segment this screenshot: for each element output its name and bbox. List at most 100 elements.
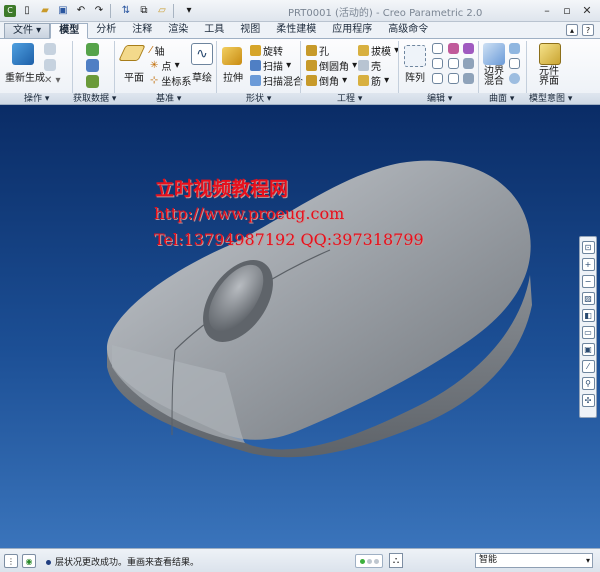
shell-button[interactable]: 壳: [358, 58, 381, 73]
mirror-icon[interactable]: [432, 43, 443, 54]
group-surfaces[interactable]: 曲面 ▾: [489, 93, 514, 105]
help-icon[interactable]: ?: [582, 24, 594, 36]
tab-render[interactable]: 渲染: [160, 23, 196, 38]
group-datum[interactable]: 基准 ▾: [156, 93, 181, 105]
paste-icon[interactable]: [44, 59, 56, 71]
style-icon[interactable]: [509, 58, 520, 69]
point-button[interactable]: ✳ 点 ▾: [150, 58, 180, 73]
undo-icon[interactable]: ↶: [74, 4, 88, 18]
chamfer-label: 倒角: [319, 77, 339, 88]
axis-button[interactable]: ⁄ 轴: [150, 43, 165, 58]
datum-display-icon[interactable]: ⁄: [581, 360, 595, 373]
sketch-icon[interactable]: ∿: [191, 43, 213, 65]
close-icon[interactable]: ✕: [578, 2, 596, 18]
tab-file[interactable]: 文件 ▾: [4, 23, 51, 38]
tab-view[interactable]: 视图: [232, 23, 268, 38]
pattern-button[interactable]: 阵列: [405, 69, 425, 84]
rib-label: 筋: [371, 77, 381, 88]
tab-tools[interactable]: 工具: [196, 23, 232, 38]
tab-annotate[interactable]: 注释: [124, 23, 160, 38]
refit-icon[interactable]: ⊡: [581, 241, 595, 254]
sketch-button[interactable]: 草绘: [192, 69, 212, 84]
plane-button[interactable]: 平面: [124, 69, 144, 84]
regenerate-button[interactable]: 重新生成: [5, 69, 45, 84]
shrinkwrap-icon[interactable]: [86, 75, 99, 88]
copy-icon[interactable]: [44, 43, 56, 55]
pattern-icon[interactable]: [404, 45, 426, 67]
tab-advanced-commands[interactable]: 高级命令: [380, 23, 436, 38]
boundary-blend-button[interactable]: 边界 混合: [484, 67, 504, 87]
window-title: PRT0001 (活动的) - Creo Parametric 2.0: [288, 8, 483, 19]
component-interface-button[interactable]: 元件 界面: [539, 67, 559, 87]
open-folder-icon[interactable]: ▰: [38, 4, 52, 18]
delete-icon[interactable]: ✕ ▾: [44, 75, 61, 86]
freestyle-icon[interactable]: [509, 73, 520, 84]
project-icon[interactable]: [463, 43, 474, 54]
fill-icon[interactable]: [509, 43, 520, 54]
chamfer-button[interactable]: 倒角 ▾: [306, 73, 347, 88]
zoom-out-icon[interactable]: −: [581, 275, 595, 288]
collapse-ribbon-icon[interactable]: ▴: [566, 24, 578, 36]
tab-analysis[interactable]: 分析: [88, 23, 124, 38]
trim-icon[interactable]: [432, 73, 443, 84]
mouse-model[interactable]: [0, 105, 600, 548]
toolbar-separator: [110, 3, 111, 18]
swept-blend-button[interactable]: 扫描混合: [250, 73, 303, 88]
customize-dropdown-icon[interactable]: ▾: [182, 4, 196, 18]
group-engineering[interactable]: 工程 ▾: [337, 93, 362, 105]
new-file-icon[interactable]: ▯: [20, 4, 34, 18]
group-shapes[interactable]: 形状 ▾: [246, 93, 271, 105]
tab-applications[interactable]: 应用程序: [324, 23, 380, 38]
boundary-blend-icon[interactable]: [483, 43, 505, 65]
tab-flexible-modeling[interactable]: 柔性建模: [268, 23, 324, 38]
group-editing[interactable]: 编辑 ▾: [427, 93, 452, 105]
rib-button[interactable]: 筋 ▾: [358, 73, 389, 88]
draft-label: 拔模: [371, 47, 391, 58]
component-interface-icon[interactable]: [539, 43, 561, 65]
redo-icon[interactable]: ↷: [92, 4, 106, 18]
orient-icon[interactable]: ◧: [581, 309, 595, 322]
status-message: 层状况更改成功。重画来查看结果。: [46, 555, 199, 568]
selection-filter-dropdown[interactable]: 智能 ▾: [475, 553, 593, 568]
repaint-icon[interactable]: ▨: [581, 292, 595, 305]
draft-button[interactable]: 拔模 ▾: [358, 43, 399, 58]
solidify-icon[interactable]: [463, 73, 474, 84]
navigator-toggle-icon[interactable]: ⋮: [4, 554, 18, 568]
plane-icon[interactable]: [118, 45, 146, 61]
save-icon[interactable]: ▣: [56, 4, 70, 18]
extrude-icon[interactable]: [222, 47, 242, 65]
find-icon[interactable]: ⛬: [389, 553, 403, 568]
watermark-url: http://www.proeug.com: [154, 204, 345, 223]
windows-icon[interactable]: ⧉: [137, 4, 151, 18]
display-style-icon[interactable]: ▣: [581, 343, 595, 356]
regenerate-quick-icon[interactable]: ⇅: [119, 4, 133, 18]
revolve-button[interactable]: 旋转: [250, 43, 283, 58]
hole-button[interactable]: 孔: [306, 43, 329, 58]
tab-model[interactable]: 模型: [50, 23, 89, 39]
merge-icon[interactable]: [448, 43, 459, 54]
extrude-button[interactable]: 拉伸: [223, 69, 243, 84]
user-defined-feature-icon[interactable]: [86, 43, 99, 56]
copy-geometry-icon[interactable]: [86, 59, 99, 72]
app-logo-icon: C: [4, 4, 16, 17]
group-model-intent[interactable]: 模型意图 ▾: [529, 93, 572, 105]
spin-center-icon[interactable]: ✣: [581, 394, 595, 407]
regenerate-icon[interactable]: [12, 43, 34, 65]
zoom-in-icon[interactable]: +: [581, 258, 595, 271]
coordsys-button[interactable]: ⊹ 坐标系: [150, 73, 191, 88]
minimize-icon[interactable]: –: [538, 2, 556, 18]
thicken-icon[interactable]: [463, 58, 474, 69]
round-button[interactable]: 倒圆角 ▾: [306, 58, 357, 73]
graphics-window[interactable]: 立时视频教程网 http://www.proeug.com Tel:137949…: [0, 105, 600, 548]
group-operations[interactable]: 操作 ▾: [24, 93, 49, 105]
intersect-icon[interactable]: [448, 58, 459, 69]
browser-toggle-icon[interactable]: ◉: [22, 554, 36, 568]
offset-icon[interactable]: [448, 73, 459, 84]
maximize-icon[interactable]: ▫: [558, 2, 576, 18]
annotation-display-icon[interactable]: ⚲: [581, 377, 595, 390]
group-get-data[interactable]: 获取数据 ▾: [73, 93, 116, 105]
sweep-button[interactable]: 扫描 ▾: [250, 58, 291, 73]
extend-icon[interactable]: [432, 58, 443, 69]
saved-views-icon[interactable]: ▭: [581, 326, 595, 339]
close-window-icon[interactable]: ▱: [155, 4, 169, 18]
